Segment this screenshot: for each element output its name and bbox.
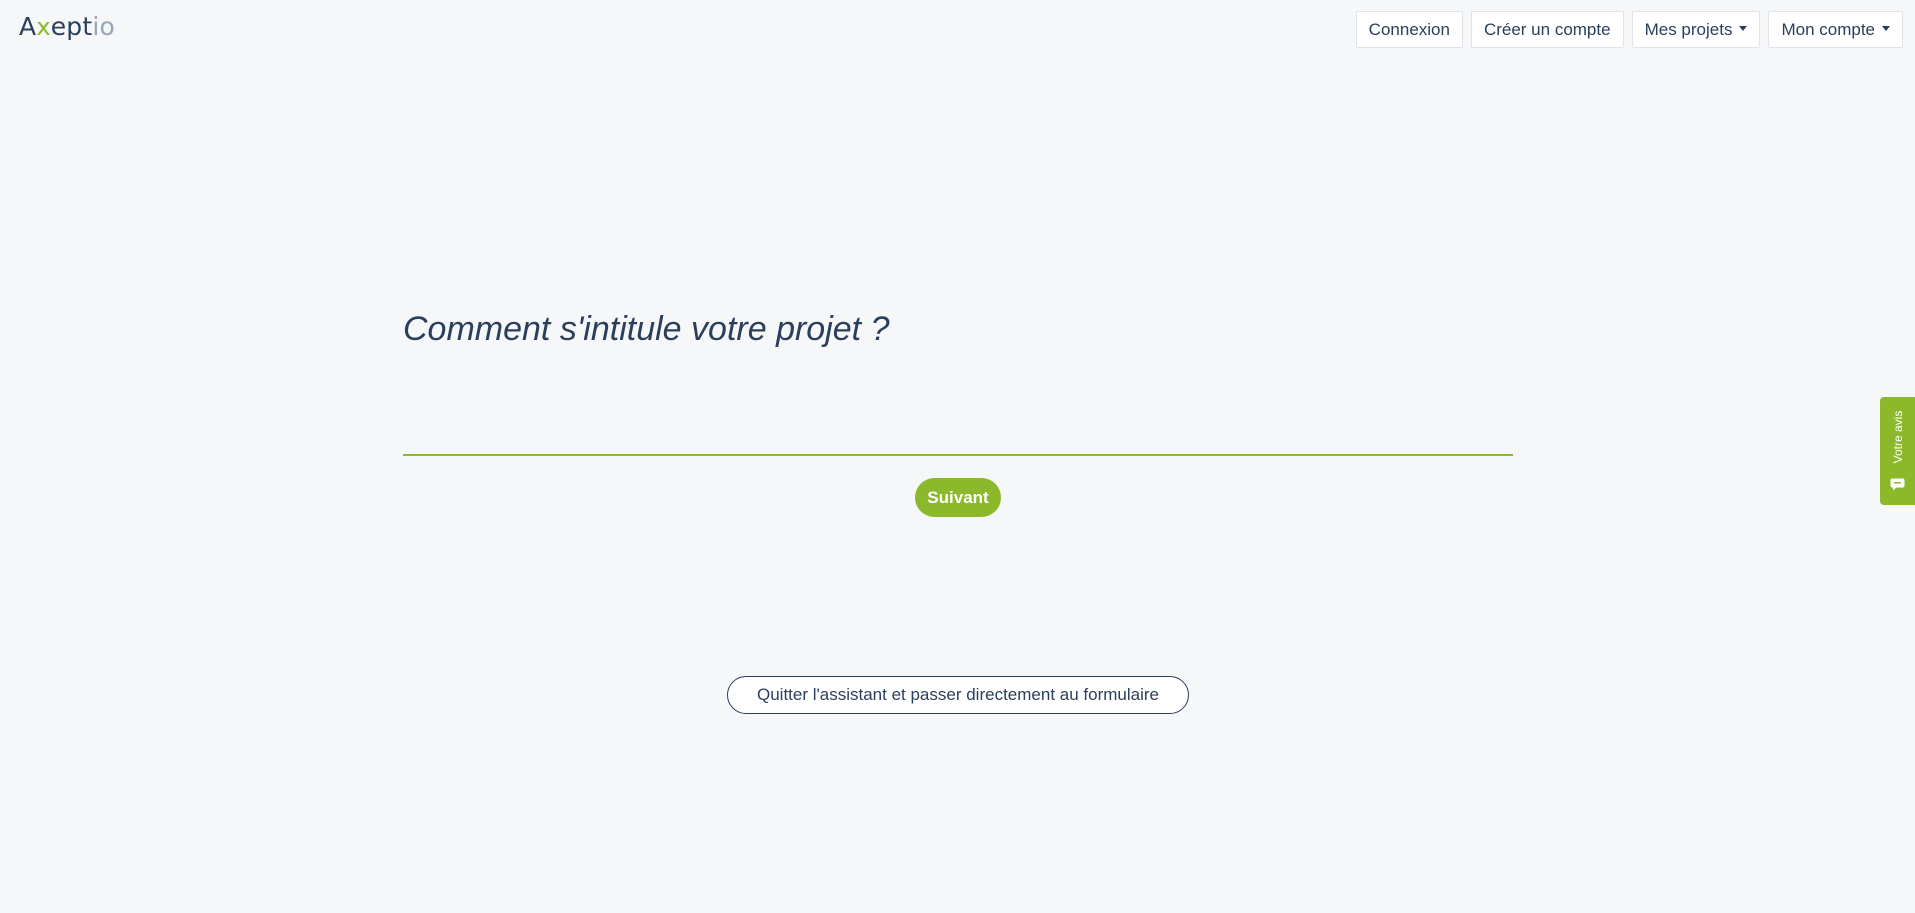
- create-account-label: Créer un compte: [1483, 19, 1611, 39]
- logo-letter-a: A: [19, 12, 37, 41]
- logo-letter-x: x: [36, 13, 51, 41]
- login-button[interactable]: Connexion: [1355, 11, 1463, 48]
- page: Ax ept io Connexion Créer un compte Mes pr…: [0, 0, 1915, 913]
- create-account-button[interactable]: Créer un compte: [1470, 11, 1624, 48]
- logo-letters-ept: ept: [50, 12, 93, 41]
- my-account-label: Mon compte: [1781, 19, 1875, 39]
- project-title-input[interactable]: [403, 408, 1513, 456]
- feedback-tab[interactable]: Votre avis: [1880, 397, 1915, 505]
- feedback-label: Votre avis: [1890, 410, 1905, 464]
- next-button[interactable]: Suivant: [915, 478, 1001, 517]
- quit-assistant-button[interactable]: Quitter l'assistant et passer directemen…: [727, 676, 1189, 714]
- caret-down-icon: [1882, 25, 1890, 31]
- logo-letters-io: io: [92, 12, 116, 41]
- question-heading: Comment s'intitule votre projet ?: [403, 310, 890, 348]
- top-nav: Connexion Créer un compte Mes projets Mo…: [1355, 11, 1903, 48]
- caret-down-icon: [1739, 25, 1748, 31]
- chat-icon: [1890, 478, 1905, 491]
- my-account-dropdown[interactable]: Mon compte: [1768, 11, 1903, 48]
- axeptio-logo[interactable]: Ax ept io: [19, 12, 115, 41]
- my-projects-label: Mes projets: [1644, 19, 1733, 39]
- my-projects-dropdown[interactable]: Mes projets: [1631, 11, 1761, 48]
- login-label: Connexion: [1368, 19, 1450, 39]
